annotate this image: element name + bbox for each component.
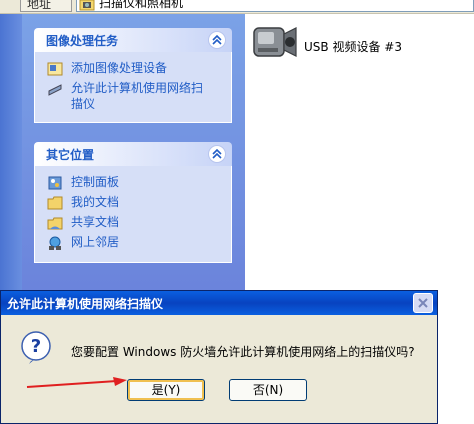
no-button[interactable]: 否(N) [229,379,307,401]
place-shared-documents-label: 共享文档 [71,215,120,229]
red-arrow-annotation [26,377,127,388]
place-my-documents-label: 我的文档 [71,195,120,209]
shared-documents-icon [47,217,63,230]
task-add-device[interactable]: 添加图像处理设备 [47,60,231,78]
other-places-title: 其它位置 [46,148,95,162]
place-network-places-label: 网上邻居 [71,235,120,249]
chevron-up-icon [212,34,222,45]
question-icon: ? [21,331,51,364]
other-places-header[interactable]: 其它位置 [34,142,232,166]
dialog-message: 您要配置 Windows 防火墙允许此计算机使用网络上的扫描仪吗? [71,345,415,359]
usb-video-device[interactable]: USB 视频设备 #3 [248,18,468,78]
control-panel-icon [48,176,62,190]
svg-text:?: ? [31,336,41,357]
imaging-tasks-header[interactable]: 图像处理任务 [34,28,232,52]
place-control-panel-label: 控制面板 [71,175,120,189]
imaging-tasks-title: 图像处理任务 [46,34,119,48]
video-camera-icon [253,27,297,57]
task-add-device-label: 添加图像处理设备 [71,61,168,75]
imaging-tasks-panel: 图像处理任务 添加图像处理设备 允许此计算机使用网络扫描仪 [34,28,232,123]
address-bar: 地址 (D) 扫描仪和照相机 [0,0,474,29]
task-network-scanner[interactable]: 允许此计算机使用网络扫描仪 [47,80,231,112]
close-icon [418,298,428,308]
collapse-tasks-button[interactable] [208,31,226,49]
other-places-body: 控制面板 我的文档 共享文档 网上邻居 [34,166,232,263]
firewall-dialog: 允许此计算机使用网络扫描仪 ? 您要配置 Windows 防火墙允许此计算机使用… [0,290,438,424]
place-shared-documents[interactable]: 共享文档 [47,214,231,232]
other-places-panel: 其它位置 控制面板 我的文档 共享文档 网上邻居 [34,142,232,263]
address-field[interactable]: 扫描仪和照相机 [76,0,474,12]
address-path: 扫描仪和照相机 [99,0,184,10]
place-control-panel[interactable]: 控制面板 [47,174,231,192]
place-network-places[interactable]: 网上邻居 [47,234,231,252]
yes-button[interactable]: 是(Y) [127,379,205,401]
place-my-documents[interactable]: 我的文档 [47,194,231,212]
dialog-titlebar[interactable]: 允许此计算机使用网络扫描仪 [1,291,437,315]
dialog-close-button[interactable] [413,293,433,313]
network-places-icon [49,236,61,250]
address-label: 地址 (D) [20,0,72,29]
network-scanner-icon [48,84,62,96]
my-documents-icon [47,196,63,210]
add-device-icon [47,62,63,76]
dialog-title: 允许此计算机使用网络扫描仪 [7,297,164,311]
folder-camera-icon [79,0,95,11]
task-network-scanner-label: 允许此计算机使用网络扫描仪 [71,81,204,111]
chevron-up-icon [212,148,222,159]
collapse-places-button[interactable] [208,145,226,163]
imaging-tasks-body: 添加图像处理设备 允许此计算机使用网络扫描仪 [34,52,232,123]
device-label: USB 视频设备 #3 [304,40,402,54]
